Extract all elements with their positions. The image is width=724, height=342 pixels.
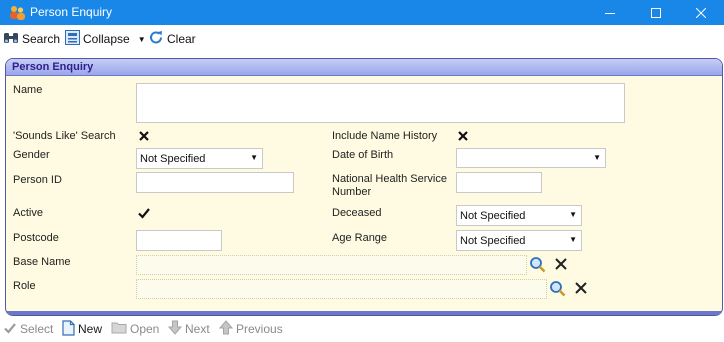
include-history-checkbox[interactable] [456, 129, 470, 143]
check-icon [3, 321, 17, 338]
previous-button-label: Previous [236, 322, 283, 336]
open-button-label: Open [130, 322, 160, 336]
include-history-label: Include Name History [332, 130, 438, 142]
action-bar: Select New Open Next Previous [0, 318, 724, 342]
postcode-field[interactable] [136, 230, 222, 251]
window-title: Person Enquiry [30, 5, 113, 19]
chevron-down-icon: ▼ [569, 235, 577, 244]
dob-label: Date of Birth [332, 149, 394, 161]
search-button[interactable]: Search [3, 30, 60, 48]
age-range-select-value: Not Specified [460, 235, 526, 247]
people-icon [8, 4, 26, 21]
gender-select-value: Not Specified [140, 153, 206, 165]
title-bar: Person Enquiry [0, 0, 724, 25]
toolbar: Search Collapse ▼ Clear [0, 25, 724, 53]
chevron-down-icon: ▼ [593, 153, 601, 162]
name-label: Name [13, 84, 43, 96]
new-button[interactable]: New [62, 319, 103, 339]
deceased-select-value: Not Specified [460, 210, 526, 222]
age-range-select[interactable]: Not Specified ▼ [456, 230, 582, 251]
role-label: Role [13, 280, 36, 292]
new-document-icon [62, 319, 75, 339]
clear-role-x-icon[interactable] [574, 281, 588, 298]
age-range-label: Age Range [332, 232, 388, 244]
collapse-icon [65, 30, 80, 48]
gender-label: Gender [13, 149, 50, 161]
active-label: Active [13, 207, 43, 219]
base-name-label: Base Name [13, 256, 71, 268]
select-button[interactable]: Select [3, 320, 53, 338]
close-button[interactable] [678, 0, 724, 25]
person-id-field[interactable] [136, 172, 294, 193]
chevron-down-icon[interactable]: ▼ [138, 35, 146, 44]
collapse-button[interactable]: Collapse ▼ [65, 30, 146, 48]
folder-icon [111, 321, 127, 337]
arrow-down-icon [167, 320, 183, 338]
open-button[interactable]: Open [111, 320, 159, 338]
search-button-label: Search [22, 32, 61, 46]
base-name-field[interactable] [136, 255, 527, 275]
role-field[interactable] [136, 279, 547, 299]
enquiry-panel: Person Enquiry Name 'Sounds Like' Search… [5, 58, 723, 316]
clear-button-label: Clear [167, 32, 196, 46]
next-button[interactable]: Next [167, 320, 210, 338]
chevron-down-icon: ▼ [250, 153, 258, 162]
postcode-label: Postcode [13, 232, 59, 244]
name-field[interactable] [136, 83, 625, 123]
active-checkbox[interactable] [137, 206, 151, 220]
refresh-icon [148, 30, 164, 48]
binoculars-icon [3, 31, 19, 48]
maximize-button[interactable] [633, 0, 679, 25]
dob-select[interactable]: ▼ [456, 148, 606, 168]
nhs-label: National Health Service Number [332, 173, 447, 198]
panel-title: Person Enquiry [6, 59, 722, 76]
sounds-like-label: 'Sounds Like' Search [13, 130, 116, 142]
select-button-label: Select [20, 322, 54, 336]
arrow-up-icon [218, 320, 234, 338]
sounds-like-checkbox[interactable] [137, 129, 151, 143]
magnifier-icon[interactable] [529, 256, 546, 276]
next-button-label: Next [185, 322, 210, 336]
nhs-number-field[interactable] [456, 172, 542, 193]
gender-select[interactable]: Not Specified ▼ [136, 148, 263, 169]
clear-button[interactable]: Clear [148, 30, 196, 48]
chevron-down-icon: ▼ [569, 210, 577, 219]
previous-button[interactable]: Previous [218, 320, 283, 338]
magnifier-icon[interactable] [549, 280, 566, 300]
minimize-button[interactable] [587, 0, 633, 25]
clear-base-name-x-icon[interactable] [554, 257, 568, 274]
deceased-select[interactable]: Not Specified ▼ [456, 205, 582, 226]
person-id-label: Person ID [13, 174, 62, 186]
panel-bottom-border [6, 311, 722, 315]
collapse-button-label: Collapse [83, 32, 130, 46]
new-button-label: New [78, 322, 103, 336]
deceased-label: Deceased [332, 207, 382, 219]
